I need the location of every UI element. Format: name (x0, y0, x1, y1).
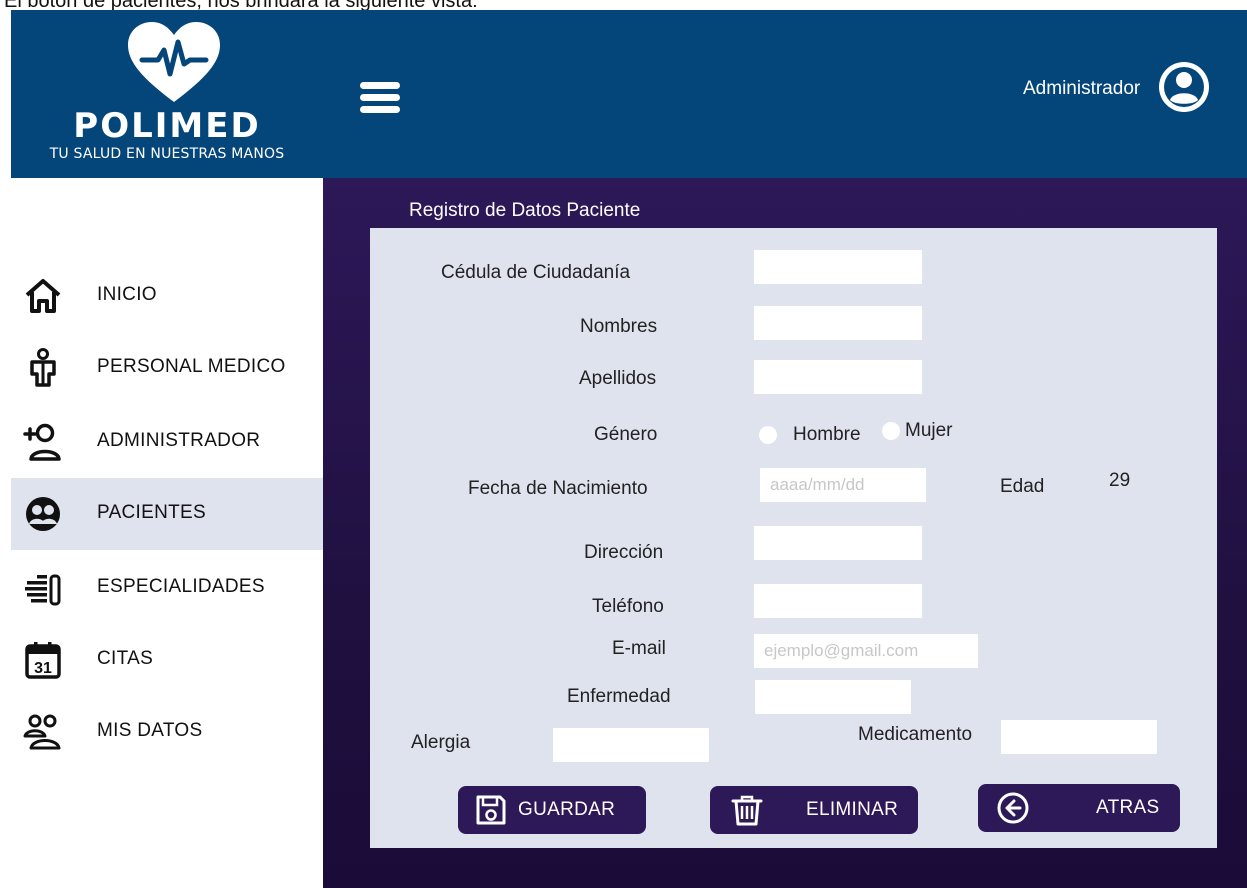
hombre-radio[interactable] (759, 426, 777, 444)
sidebar-item-label: ADMINISTRADOR (97, 430, 261, 451)
sidebar-item-label: ESPECIALIDADES (97, 576, 265, 597)
sidebar-item-inicio[interactable]: INICIO (11, 260, 323, 332)
top-header: POLIMED TU SALUD EN NUESTRAS MANOS Admin… (11, 10, 1247, 178)
brand-tagline: TU SALUD EN NUESTRAS MANOS (49, 146, 285, 162)
delete-button-label: ELIMINAR (806, 799, 899, 820)
sidebar-item-label: INICIO (97, 284, 157, 305)
enfermedad-label: Enfermedad (567, 686, 671, 707)
telefono-input[interactable] (754, 584, 922, 618)
sidebar: INICIO PERSONAL MEDICO ADMINISTRADOR PAC… (11, 178, 323, 888)
back-button-label: ATRAS (1096, 797, 1160, 818)
email-input[interactable] (754, 634, 978, 668)
save-button-label: GUARDAR (518, 799, 616, 820)
menu-bar-icon (360, 106, 400, 113)
sidebar-item-label: MIS DATOS (97, 720, 203, 741)
medicamento-label: Medicamento (858, 724, 973, 745)
app-window: POLIMED TU SALUD EN NUESTRAS MANOS Admin… (11, 10, 1247, 888)
sidebar-item-administrador[interactable]: ADMINISTRADOR (11, 406, 323, 478)
specialties-icon (25, 574, 61, 606)
apellidos-input[interactable] (754, 360, 922, 394)
edad-label: Edad (1000, 476, 1045, 497)
direccion-label: Dirección (584, 542, 664, 563)
alergia-input[interactable] (553, 728, 709, 762)
enfermedad-input[interactable] (755, 680, 911, 714)
medicamento-input[interactable] (1001, 720, 1157, 754)
user-avatar-icon[interactable] (1157, 60, 1211, 114)
email-label: E-mail (612, 638, 666, 659)
nombres-label: Nombres (580, 316, 658, 337)
user-role-label[interactable]: Administrador (1023, 78, 1140, 100)
fecha-nacimiento-label: Fecha de Nacimiento (468, 478, 648, 499)
patient-form-panel: Cédula de Ciudadanía Nombres Apellidos G… (370, 228, 1217, 848)
edad-value: 29 (1109, 470, 1131, 491)
save-button[interactable]: GUARDAR (458, 786, 646, 834)
sidebar-item-label: PERSONAL MEDICO (97, 356, 286, 377)
arrow-left-circle-icon (997, 792, 1029, 824)
calendar-icon: 31 (25, 642, 61, 679)
fecha-nacimiento-input[interactable] (760, 468, 926, 502)
brand-logo[interactable]: POLIMED TU SALUD EN NUESTRAS MANOS (11, 10, 323, 178)
menu-bar-icon (360, 94, 400, 101)
delete-button[interactable]: ELIMINAR (710, 786, 918, 834)
doctor-icon (30, 348, 56, 387)
apellidos-label: Apellidos (579, 368, 657, 389)
brand-name: POLIMED (73, 106, 261, 146)
sidebar-item-pacientes[interactable]: PACIENTES (11, 478, 323, 550)
mujer-option-label: Mujer (905, 420, 953, 441)
form-title: Registro de Datos Paciente (409, 200, 641, 221)
menu-bar-icon (360, 82, 400, 89)
trash-icon (731, 795, 763, 826)
cedula-label: Cédula de Ciudadanía (441, 262, 631, 283)
group-icon (23, 714, 61, 750)
cedula-input[interactable] (754, 250, 922, 284)
sidebar-item-label: CITAS (97, 648, 154, 669)
direccion-input[interactable] (754, 526, 922, 560)
calendar-day-number: 31 (34, 660, 52, 677)
genero-label: Género (594, 424, 658, 445)
main-content: Registro de Datos Paciente Cédula de Ciu… (323, 178, 1247, 888)
add-user-icon (23, 423, 61, 461)
telefono-label: Teléfono (592, 596, 664, 617)
back-button[interactable]: ATRAS (978, 784, 1180, 832)
save-disk-icon (476, 795, 506, 825)
nombres-input[interactable] (754, 306, 922, 340)
home-icon (25, 279, 61, 313)
sidebar-item-citas[interactable]: 31 CITAS (11, 624, 323, 696)
hombre-option-label: Hombre (793, 424, 861, 445)
sidebar-item-personal-medico[interactable]: PERSONAL MEDICO (11, 332, 323, 404)
hamburger-menu-button[interactable] (360, 82, 402, 116)
mujer-radio[interactable] (882, 422, 900, 440)
sidebar-item-especialidades[interactable]: ESPECIALIDADES (11, 552, 323, 624)
alergia-label: Alergia (411, 732, 471, 753)
sidebar-item-mis-datos[interactable]: MIS DATOS (11, 696, 323, 768)
sidebar-item-label: PACIENTES (97, 502, 206, 523)
heart-pulse-icon (128, 22, 220, 102)
patients-icon (26, 497, 60, 531)
